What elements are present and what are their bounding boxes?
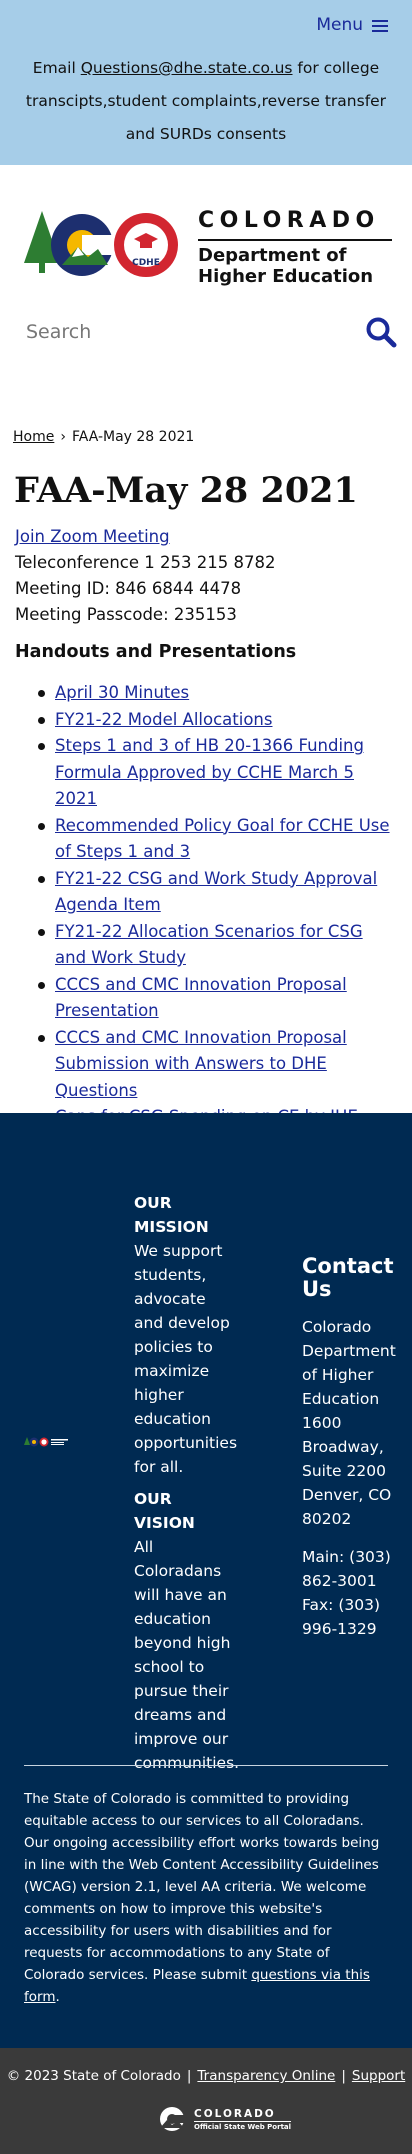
- menu-button[interactable]: Menu: [316, 15, 388, 35]
- mission-text: We support students, advocate and develo…: [134, 1242, 238, 1476]
- portal-state: COLORADO: [194, 2107, 276, 2120]
- handout-link[interactable]: CCCS and CMC Innovation Proposal Submiss…: [55, 1028, 347, 1100]
- vision-title: OUR VISION: [134, 1490, 195, 1532]
- bottom-bar: © 2023 State of Colorado | Transparency On…: [0, 2048, 412, 2154]
- logo-dept-line1: Department of: [198, 245, 347, 266]
- list-item: Recommended Policy Goal for CCHE Use of …: [38, 813, 398, 866]
- cdhe-logo-mark: CDHE: [24, 211, 178, 277]
- site-footer: OUR MISSION We support students, advocat…: [0, 1113, 412, 2048]
- contact-section: Contact Us Colorado Department of Higher…: [302, 1254, 396, 1641]
- teleconference-number: Teleconference 1 253 215 8782: [15, 553, 276, 572]
- footer-divider: [24, 1765, 388, 1766]
- bottom-links: © 2023 State of Colorado | Transparency On…: [6, 2068, 406, 2084]
- search-bar: [26, 312, 398, 352]
- logo-dept-line2: Higher Education: [198, 266, 374, 287]
- logo-divider: [198, 239, 392, 241]
- badge-text: CDHE: [132, 258, 160, 268]
- handout-link[interactable]: FY21-22 Model Allocations: [55, 710, 272, 729]
- footer-logo-icon[interactable]: [24, 1436, 72, 1448]
- breadcrumb-home[interactable]: Home: [13, 429, 54, 445]
- site-logo[interactable]: CDHE COLORADO Department of Higher Educa…: [22, 205, 392, 287]
- contact-address-2: 1600 Broadway, Suite 2200: [302, 1414, 386, 1480]
- breadcrumb-current: FAA-May 28 2021: [71, 429, 195, 445]
- meeting-info: Join Zoom Meeting Teleconference 1 253 2…: [15, 524, 275, 628]
- handout-link[interactable]: FY21-22 Allocation Scenarios for CSG and…: [55, 922, 363, 968]
- zoom-meeting-link[interactable]: Join Zoom Meeting: [15, 527, 170, 546]
- accessibility-statement: The State of Colorado is committed to pr…: [24, 1791, 380, 2005]
- list-item: April 30 Minutes: [38, 680, 398, 707]
- page-title: FAA-May 28 2021: [14, 470, 358, 511]
- search-input[interactable]: [26, 321, 364, 343]
- breadcrumb: Home › FAA-May 28 2021: [13, 429, 194, 445]
- contact-address-1: Colorado Department of Higher Education: [302, 1318, 396, 1408]
- contact-title: Contact Us: [302, 1254, 394, 1301]
- copyright: © 2023 State of Colorado: [6, 2068, 181, 2084]
- handout-link[interactable]: CCCS and CMC Innovation Proposal Present…: [55, 975, 347, 1021]
- hamburger-icon: [372, 19, 388, 32]
- mission-section: OUR MISSION We support students, advocat…: [134, 1191, 238, 1479]
- mission-title: OUR MISSION: [134, 1194, 209, 1236]
- top-notice-bar: Menu Email Questions@dhe.state.co.us for…: [0, 0, 412, 165]
- handout-link[interactable]: Steps 1 and 3 of HB 20-1366 Funding Form…: [55, 736, 364, 808]
- colorado-c-icon: [160, 2107, 186, 2131]
- list-item: FY21-22 CSG and Work Study Approval Agen…: [38, 866, 398, 919]
- list-item: Steps 1 and 3 of HB 20-1366 Funding Form…: [38, 733, 398, 813]
- chevron-right-icon: ›: [60, 429, 66, 445]
- handout-link[interactable]: FY21-22 CSG and Work Study Approval Agen…: [55, 869, 377, 915]
- list-item: FY21-22 Allocation Scenarios for CSG and…: [38, 919, 398, 972]
- state-portal-logo[interactable]: COLORADO Official State Web Portal: [154, 2106, 292, 2132]
- email-notice: Email Questions@dhe.state.co.us for coll…: [25, 59, 387, 143]
- list-item: CCCS and CMC Innovation Proposal Present…: [38, 972, 398, 1025]
- list-item: CCCS and CMC Innovation Proposal Submiss…: [38, 1025, 398, 1105]
- portal-wordmark: COLORADO Official State Web Portal: [194, 2107, 292, 2131]
- menu-label: Menu: [316, 15, 363, 35]
- search-icon[interactable]: [364, 315, 398, 349]
- list-item: FY21-22 Model Allocations: [38, 707, 398, 734]
- transparency-link[interactable]: Transparency Online: [197, 2068, 335, 2084]
- vision-text: All Coloradans will have an education be…: [134, 1538, 240, 1772]
- contact-phone-main: Main: (303) 862-3001: [302, 1548, 391, 1590]
- meeting-passcode: Meeting Passcode: 235153: [15, 605, 237, 624]
- handouts-list: April 30 Minutes FY21-22 Model Allocatio…: [38, 680, 398, 1131]
- support-link[interactable]: Support: [352, 2068, 405, 2084]
- meeting-id: Meeting ID: 846 6844 4478: [15, 579, 242, 598]
- contact-address-3: Denver, CO 80202: [302, 1486, 392, 1528]
- handouts-heading: Handouts and Presentations: [15, 642, 297, 662]
- handout-link[interactable]: April 30 Minutes: [55, 683, 189, 702]
- email-link[interactable]: Questions@dhe.state.co.us: [81, 59, 293, 77]
- contact-phone-fax: Fax: (303) 996-1329: [302, 1596, 380, 1638]
- logo-wordmark: COLORADO Department of Higher Education: [198, 208, 392, 287]
- logo-state-name: COLORADO: [198, 208, 380, 233]
- vision-section: OUR VISION All Coloradans will have an e…: [134, 1487, 240, 1775]
- handout-link[interactable]: Recommended Policy Goal for CCHE Use of …: [55, 816, 390, 862]
- portal-subtitle: Official State Web Portal: [194, 2120, 292, 2131]
